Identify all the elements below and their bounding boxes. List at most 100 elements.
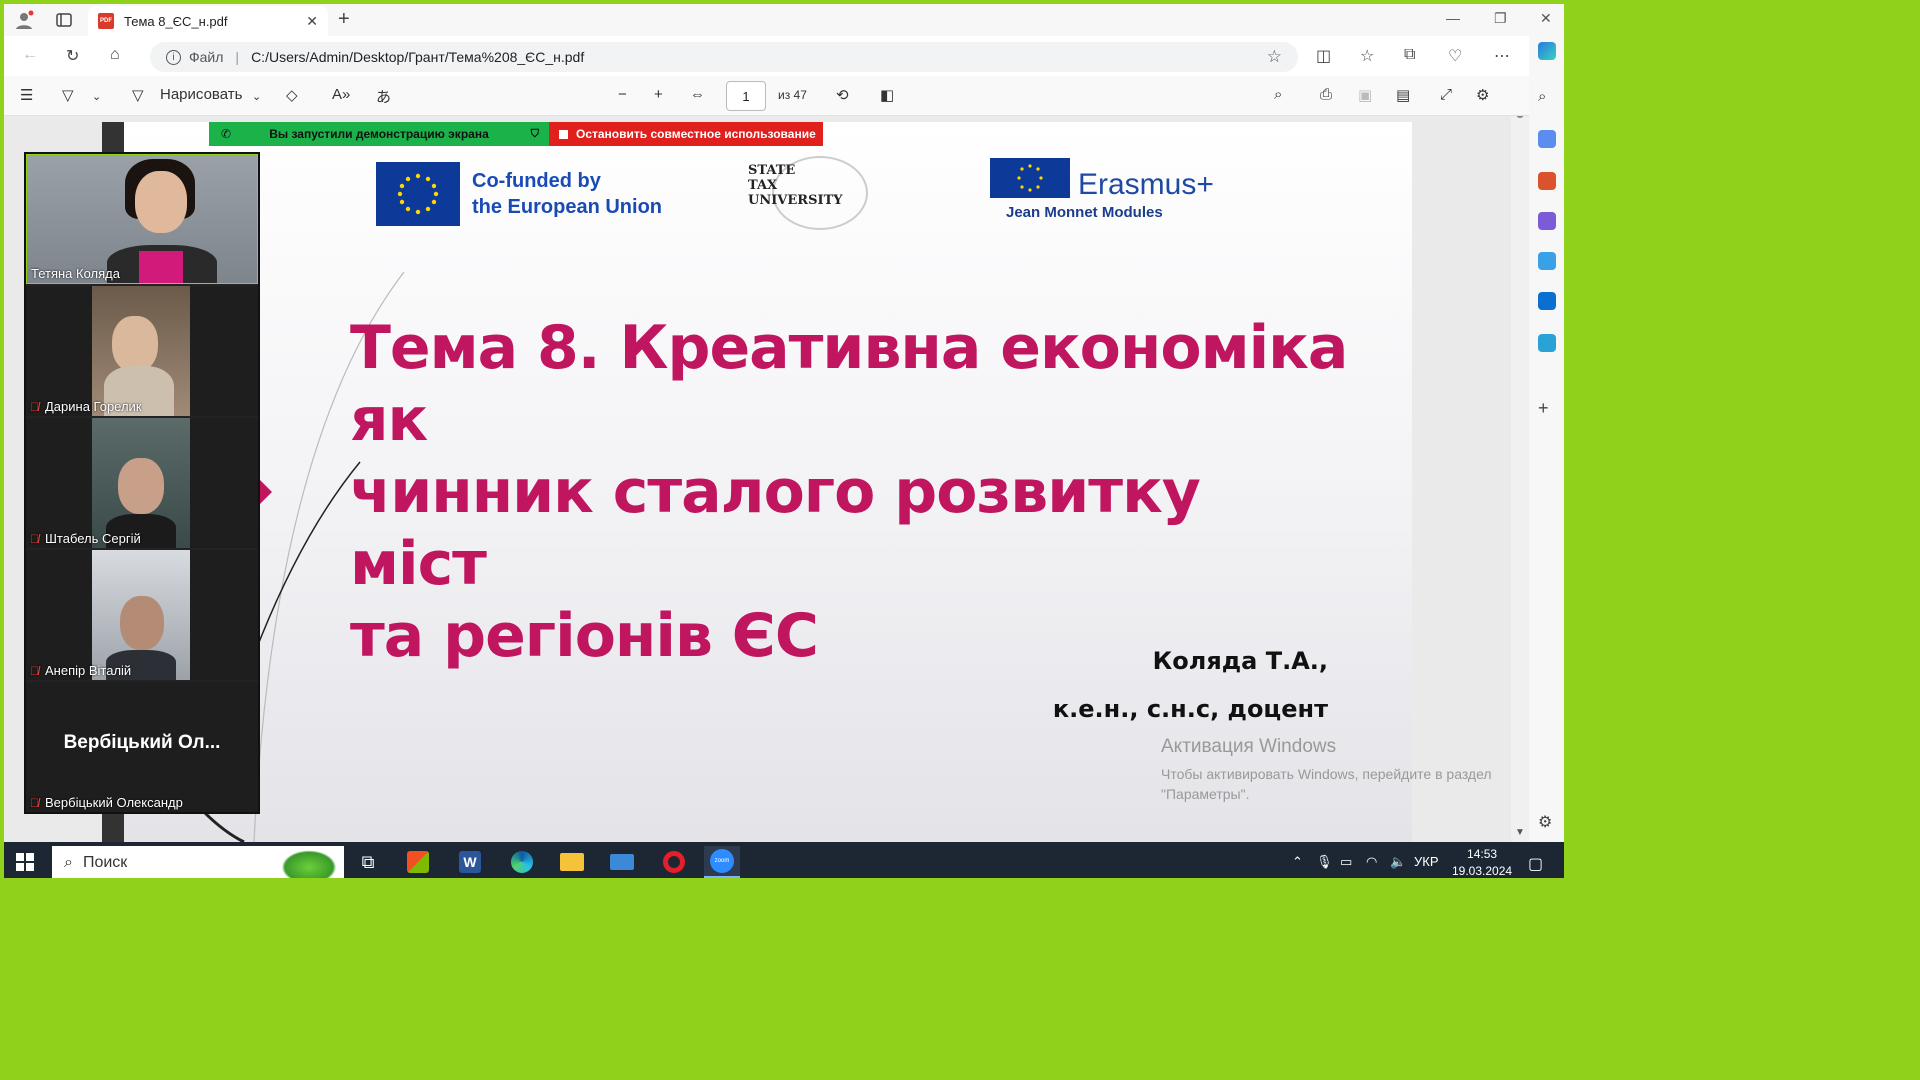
jean-monnet-text: Jean Monnet Modules <box>1006 204 1163 221</box>
participant-tile[interactable]: 🎙̸ Штабель Сергій <box>26 418 258 548</box>
add-icon[interactable]: + <box>1538 398 1556 418</box>
phone-icon: ✆ <box>221 127 232 141</box>
tab-active[interactable]: PDF Тема 8_ЄС_н.pdf ✕ <box>88 6 328 36</box>
favorites-icon[interactable]: ☆ <box>1360 46 1374 66</box>
tools-briefcase-icon[interactable] <box>1538 172 1556 190</box>
word-icon[interactable]: W <box>452 846 488 878</box>
close-tab-icon[interactable]: ✕ <box>306 13 318 30</box>
task-view-icon[interactable]: ⧉ <box>350 846 386 878</box>
home-icon[interactable]: ⌂ <box>110 46 120 64</box>
zoom-out-icon[interactable]: − <box>618 86 627 103</box>
pdf-toolbar: ☰ ▽ ⌄ ▽ Нарисовать ⌄ ◇ A» あ − + ⇔ 1 из 4… <box>4 76 1529 116</box>
favorite-star-icon[interactable]: ☆ <box>1267 47 1282 67</box>
shopping-tag-icon[interactable] <box>1538 130 1556 148</box>
eu-cofunded-logo: Co-funded by the European Union <box>376 162 662 226</box>
highlight-icon[interactable]: ▽ <box>62 86 74 104</box>
send-icon[interactable] <box>1538 334 1556 352</box>
fit-width-icon[interactable]: ⇔ <box>690 86 705 103</box>
microphone-icon[interactable]: 🎙 <box>1316 854 1333 870</box>
games-icon[interactable] <box>1538 212 1556 230</box>
mail-icon[interactable] <box>604 846 640 878</box>
outlook-icon[interactable] <box>1538 292 1556 310</box>
taskbar-clock[interactable]: 14:53 19.03.2024 <box>1452 846 1512 878</box>
vertical-scrollbar[interactable]: ▲ ▼ <box>1511 116 1529 842</box>
sidebar-settings-icon[interactable]: ⚙ <box>1538 812 1556 831</box>
copilot-icon[interactable] <box>1538 42 1556 60</box>
chevron-down-icon[interactable]: ⌄ <box>252 90 261 103</box>
zoom-icon[interactable]: zoom <box>704 846 740 878</box>
save-as-icon[interactable]: ▤ <box>1396 86 1410 104</box>
file-explorer-icon[interactable] <box>554 846 590 878</box>
restore-button[interactable]: ❐ <box>1494 10 1507 27</box>
notifications-icon[interactable]: ▢ <box>1528 854 1543 874</box>
stop-share-button[interactable]: Остановить совместное использование <box>549 122 823 146</box>
video-feed <box>92 550 190 680</box>
tab-bar: PDF Тема 8_ЄС_н.pdf ✕ + — ❐ ✕ <box>4 4 1564 36</box>
participant-tile[interactable]: 🎙̸ Дарина Горелик <box>26 286 258 416</box>
page-view-icon[interactable]: ◧ <box>880 86 894 104</box>
eu-logo-line2: the European Union <box>472 196 662 218</box>
new-tab-button[interactable]: + <box>338 8 350 31</box>
participant-tile[interactable]: Вербіцький Ол... 🎙̸ Вербіцький Олександр <box>26 682 258 812</box>
close-window-button[interactable]: ✕ <box>1540 10 1552 27</box>
participant-name: 🎙̸ Дарина Горелик <box>30 399 142 414</box>
draw-button[interactable]: Нарисовать <box>160 86 242 103</box>
slide-author: Коляда Т.А., к.е.н., с.н.с, доцент <box>1052 647 1328 723</box>
microsoft365-icon[interactable] <box>1538 252 1556 270</box>
workspaces-icon[interactable] <box>52 8 76 32</box>
save-icon[interactable]: ▣ <box>1358 86 1372 104</box>
browser-essentials-icon[interactable]: ♡ <box>1448 46 1462 66</box>
taskbar-search[interactable]: ⌕ Поиск <box>52 846 344 878</box>
shield-icon: ⛉ <box>530 127 539 140</box>
address-url[interactable]: C:/Users/Admin/Desktop/Грант/Тема%208_ЄС… <box>251 49 584 65</box>
eraser-icon[interactable]: ◇ <box>286 86 298 104</box>
participant-name: Тетяна Коляда <box>31 266 120 281</box>
opera-icon[interactable] <box>656 846 692 878</box>
minimize-button[interactable]: — <box>1446 10 1460 26</box>
windows-start-icon[interactable] <box>16 853 34 871</box>
wifi-icon[interactable]: ◠ <box>1366 854 1377 870</box>
volume-icon[interactable]: 🔈 <box>1390 854 1406 870</box>
rotate-icon[interactable]: ⟲ <box>836 86 849 104</box>
address-bar[interactable]: i Файл | C:/Users/Admin/Desktop/Грант/Те… <box>150 42 1298 72</box>
split-screen-icon[interactable]: ◫ <box>1316 46 1331 66</box>
search-icon[interactable]: ⌕ <box>1274 86 1282 103</box>
edge-sidebar: ⌕ + ⚙ <box>1529 36 1564 842</box>
erasmus-text: Erasmus+ <box>1078 168 1214 201</box>
scrollbar-thumb[interactable] <box>1516 116 1524 118</box>
windows-taskbar: ⌕ Поиск ⧉ W zoom ⌃ 🎙 ▭ ◠ 🔈 УКР 14:53 19.… <box>4 842 1564 878</box>
search-icon[interactable]: ⌕ <box>1538 88 1556 106</box>
refresh-icon[interactable]: ↻ <box>66 46 79 66</box>
pdf-file-icon: PDF <box>98 13 114 29</box>
slide-title: Тема 8. Креативна економіка як чинник ст… <box>350 313 1348 671</box>
participant-name: 🎙̸ Штабель Сергій <box>30 531 141 546</box>
profile-icon[interactable] <box>12 8 36 32</box>
collections-icon[interactable]: ⧉ <box>1404 46 1415 64</box>
translate-icon[interactable]: あ <box>376 86 391 107</box>
store-icon[interactable] <box>400 846 436 878</box>
address-bar-row: ← ↻ ⌂ i Файл | C:/Users/Admin/Desktop/Гр… <box>4 36 1529 76</box>
muted-mic-icon: 🎙̸ <box>30 795 39 810</box>
settings-gear-icon[interactable]: ⚙ <box>1476 86 1489 104</box>
contents-icon[interactable]: ☰ <box>20 86 33 104</box>
page-total: из 47 <box>778 88 807 102</box>
edge-icon[interactable] <box>504 846 540 878</box>
chevron-down-icon[interactable]: ⌄ <box>92 90 101 103</box>
zoom-in-icon[interactable]: + <box>654 86 663 103</box>
print-icon[interactable]: ⎙ <box>1320 86 1332 103</box>
back-icon[interactable]: ← <box>22 46 38 64</box>
participant-tile[interactable]: Тетяна Коляда <box>26 154 258 284</box>
info-icon[interactable]: i <box>166 49 181 65</box>
language-indicator[interactable]: УКР <box>1414 854 1439 869</box>
draw-icon[interactable]: ▽ <box>132 86 144 104</box>
state-tax-university-logo: STATE TAX UNIVERSITY <box>744 156 884 232</box>
battery-icon[interactable]: ▭ <box>1340 854 1352 870</box>
fullscreen-icon[interactable]: ⤢ <box>1440 86 1452 103</box>
video-feed <box>27 155 257 283</box>
participant-tile[interactable]: 🎙̸ Анепір Віталій <box>26 550 258 680</box>
read-aloud-icon[interactable]: A» <box>332 86 350 103</box>
more-menu-icon[interactable]: ⋯ <box>1494 46 1510 66</box>
tray-overflow-icon[interactable]: ⌃ <box>1292 854 1303 870</box>
page-number-input[interactable]: 1 <box>726 81 766 111</box>
slide-page: Co-funded by the European Union STATE TA… <box>124 122 1412 842</box>
